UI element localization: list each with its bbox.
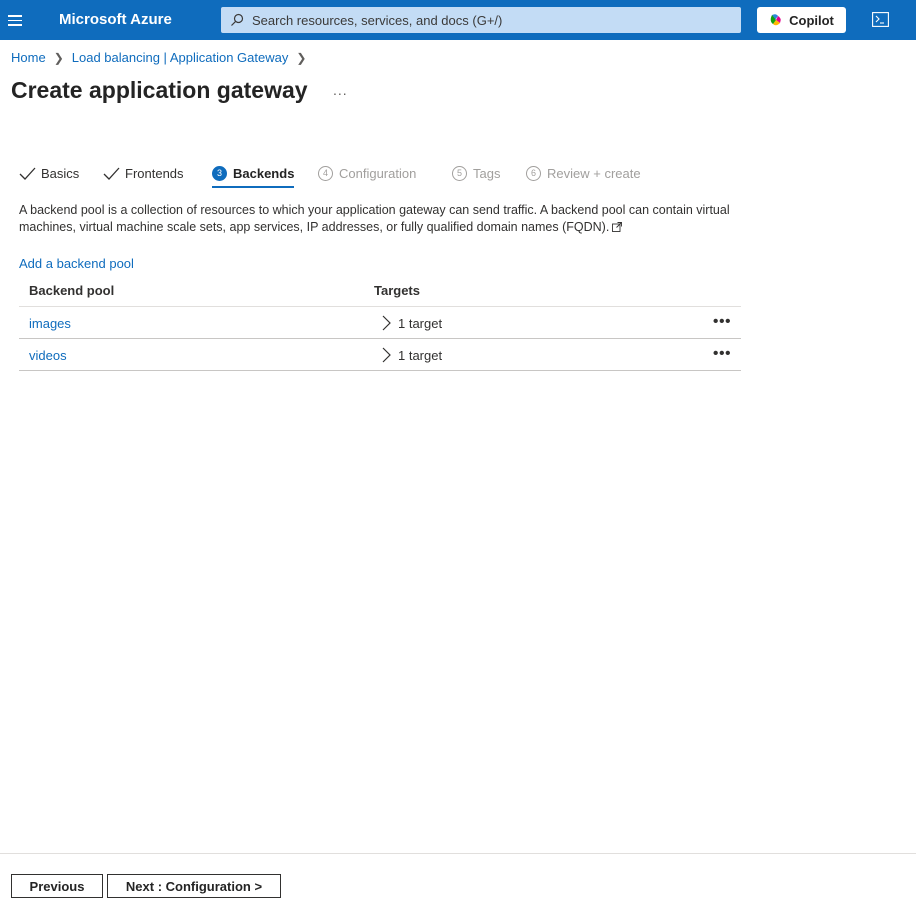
previous-button[interactable]: Previous bbox=[11, 874, 103, 898]
backend-pool-link[interactable]: images bbox=[29, 316, 71, 331]
targets-count: 1 target bbox=[398, 316, 443, 331]
brand-title[interactable]: Microsoft Azure bbox=[59, 11, 172, 28]
step-number-icon: 4 bbox=[318, 165, 333, 181]
more-options-icon[interactable]: ... bbox=[333, 82, 348, 98]
backend-pool-description: A backend pool is a collection of resour… bbox=[19, 202, 739, 236]
column-header-backend-pool: Backend pool bbox=[29, 283, 115, 298]
breadcrumb-home[interactable]: Home bbox=[11, 50, 46, 65]
step-number-icon: 3 bbox=[212, 165, 227, 181]
external-link-icon[interactable] bbox=[612, 222, 623, 232]
tab-frontends[interactable]: Frontends bbox=[103, 160, 184, 186]
copilot-button[interactable]: Copilot bbox=[757, 7, 846, 33]
chevron-right-icon[interactable] bbox=[382, 346, 394, 364]
chevron-right-icon: ❯ bbox=[296, 50, 307, 65]
copilot-label: Copilot bbox=[789, 12, 834, 28]
tab-label: Backends bbox=[233, 165, 295, 181]
tab-basics[interactable]: Basics bbox=[19, 160, 79, 186]
global-search-input[interactable]: Search resources, services, and docs (G+… bbox=[221, 7, 741, 33]
table-row: images 1 target ••• bbox=[19, 307, 741, 339]
chevron-right-icon: ❯ bbox=[53, 50, 64, 65]
tab-tags[interactable]: 5 Tags bbox=[452, 160, 500, 186]
row-more-icon[interactable]: ••• bbox=[712, 343, 732, 365]
checkmark-icon bbox=[103, 167, 120, 180]
tab-configuration[interactable]: 4 Configuration bbox=[318, 160, 416, 186]
column-header-targets: Targets bbox=[374, 283, 420, 298]
tab-label: Tags bbox=[473, 165, 501, 181]
tab-label: Basics bbox=[41, 165, 80, 181]
tab-backends[interactable]: 3 Backends bbox=[212, 160, 295, 188]
page-title: Create application gateway bbox=[11, 77, 308, 103]
top-bar: Microsoft Azure Search resources, servic… bbox=[0, 0, 916, 40]
search-icon bbox=[231, 13, 244, 26]
footer-divider bbox=[0, 853, 916, 854]
checkmark-icon bbox=[19, 167, 36, 180]
description-text: A backend pool is a collection of resour… bbox=[19, 203, 730, 234]
tab-label: Frontends bbox=[125, 165, 184, 181]
cloud-shell-icon[interactable] bbox=[872, 12, 889, 30]
next-configuration-button[interactable]: Next : Configuration > bbox=[107, 874, 281, 898]
breadcrumb: Home ❯ Load balancing | Application Gate… bbox=[11, 50, 314, 65]
row-more-icon[interactable]: ••• bbox=[712, 311, 732, 333]
step-number-icon: 5 bbox=[452, 165, 467, 181]
table-header: Backend pool Targets bbox=[19, 275, 741, 307]
copilot-icon bbox=[770, 14, 781, 26]
chevron-right-icon[interactable] bbox=[382, 314, 394, 332]
backend-pool-link[interactable]: videos bbox=[29, 348, 67, 363]
search-placeholder: Search resources, services, and docs (G+… bbox=[252, 12, 503, 28]
portal-menu-icon[interactable] bbox=[8, 12, 22, 28]
backend-pool-table: Backend pool Targets images 1 target •••… bbox=[19, 275, 741, 371]
table-row: videos 1 target ••• bbox=[19, 339, 741, 371]
tab-label: Review + create bbox=[547, 165, 641, 181]
tab-review-create[interactable]: 6 Review + create bbox=[526, 160, 641, 186]
breadcrumb-load-balancing[interactable]: Load balancing | Application Gateway bbox=[72, 50, 289, 65]
tab-label: Configuration bbox=[339, 165, 417, 181]
step-number-icon: 6 bbox=[526, 165, 541, 181]
add-backend-pool-link[interactable]: Add a backend pool bbox=[19, 256, 134, 271]
targets-count: 1 target bbox=[398, 348, 443, 363]
